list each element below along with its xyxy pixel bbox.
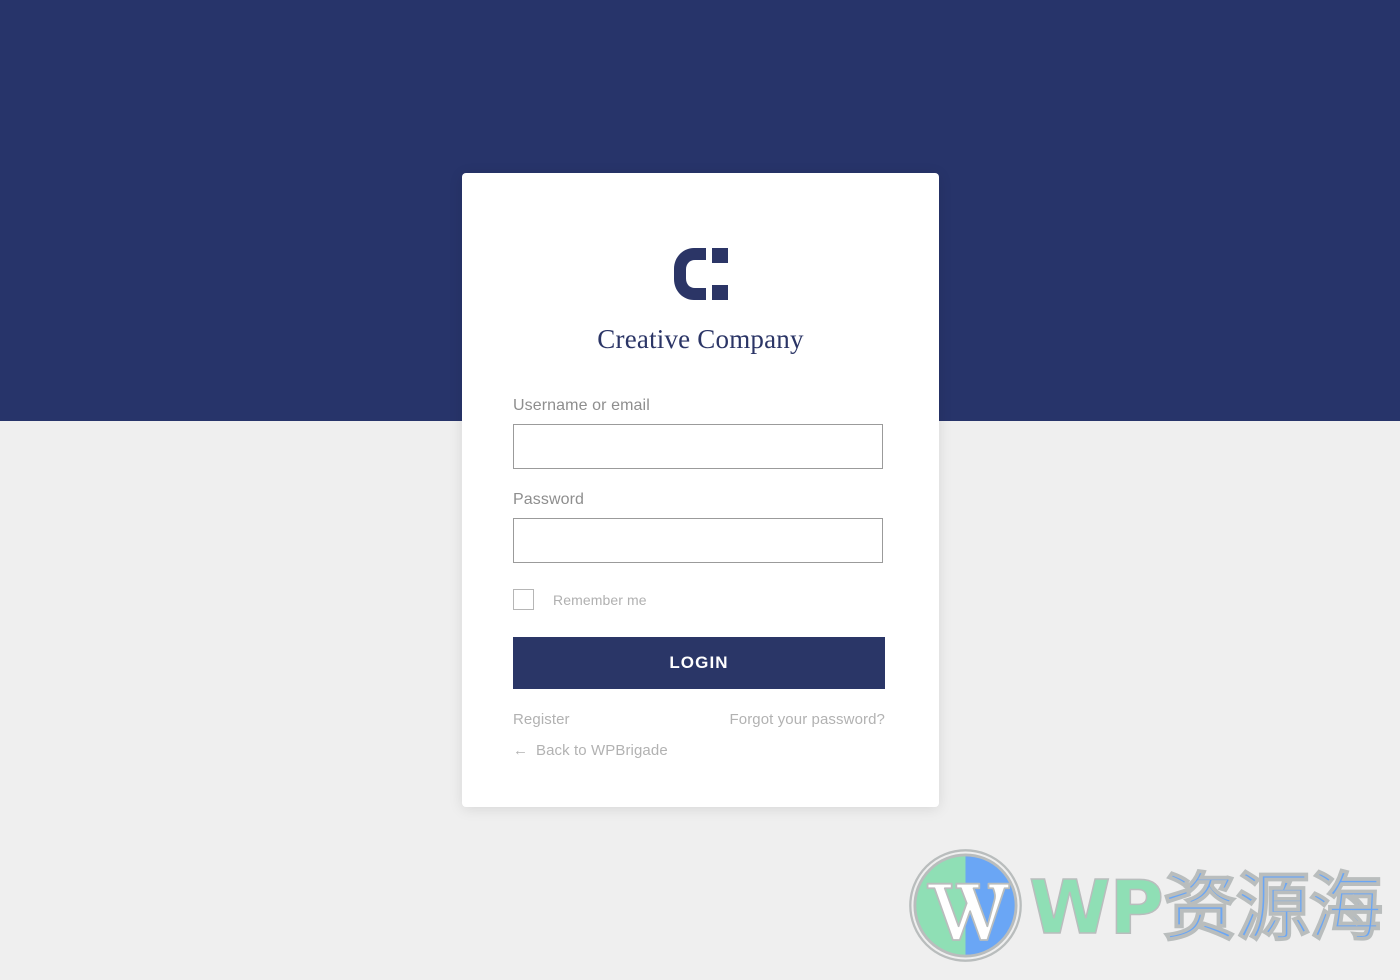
arrow-left-icon: ← <box>513 742 528 759</box>
remember-me-row[interactable]: Remember me <box>513 589 888 610</box>
secondary-links-row: Register Forgot your password? <box>513 711 885 728</box>
register-link[interactable]: Register <box>513 711 570 728</box>
login-form: Username or email Password Remember me L… <box>513 397 888 759</box>
username-input[interactable] <box>513 424 883 469</box>
back-link-row[interactable]: ← Back to WPBrigade <box>513 742 888 759</box>
password-label: Password <box>513 491 585 508</box>
forgot-password-link[interactable]: Forgot your password? <box>729 711 885 728</box>
username-field-group: Username or email <box>513 397 888 469</box>
brand-name: Creative Company <box>597 324 804 354</box>
remember-me-checkbox[interactable] <box>513 589 534 610</box>
logo-container <box>513 173 888 305</box>
password-field-group: Password <box>513 491 888 563</box>
login-button[interactable]: LOGIN <box>513 637 885 689</box>
username-label: Username or email <box>513 397 650 414</box>
login-card: Creative Company Username or email Passw… <box>462 173 939 807</box>
remember-me-label: Remember me <box>553 591 647 608</box>
creative-company-c-logo-icon <box>673 248 728 305</box>
password-input[interactable] <box>513 518 883 563</box>
back-link[interactable]: Back to WPBrigade <box>536 742 668 759</box>
